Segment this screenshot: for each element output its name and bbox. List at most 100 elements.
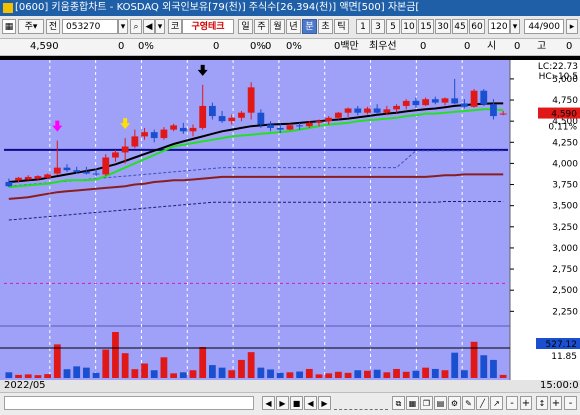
volume-bar (53, 344, 61, 378)
grid-icon[interactable]: ▦ (406, 396, 419, 410)
candle-body (247, 87, 255, 113)
line-tool-icon[interactable]: ╱ (476, 396, 489, 410)
chart-scrollbar: ◀ ▶ ■ ◀ ▶ ⧉ ▦ ❐ ▤ ⚙ ✎ ╱ ↗ - + ↕ + - (0, 392, 580, 415)
volume-bar (73, 366, 81, 378)
volume-bar (238, 359, 245, 378)
candle-body (431, 99, 439, 103)
volume-bar (179, 372, 187, 378)
volume-bar (490, 359, 497, 378)
zoom-out-button[interactable]: - (506, 396, 518, 410)
candle-body (383, 109, 391, 113)
speaker-icon[interactable]: ◀ (143, 19, 155, 34)
candle-body (267, 124, 274, 128)
next-button[interactable]: ▶ (318, 396, 331, 410)
window-icon[interactable]: ❐ (420, 396, 433, 410)
page-next-icon[interactable]: ▸ (566, 19, 578, 34)
page-counter: 44/900 (524, 19, 564, 34)
price-chart[interactable]: 5,000 4,750 4,500 4,250 4,000 3,750 3,500 3,250… (0, 60, 580, 380)
high-pct: 0% (286, 41, 302, 52)
volume-bar (218, 367, 226, 378)
stop-button[interactable]: ■ (290, 396, 303, 410)
current-price-label: 4,590 (551, 110, 577, 120)
candle-body (121, 146, 129, 153)
stock-code-input[interactable]: 053270 (62, 19, 118, 34)
volume-bar (131, 369, 139, 378)
time-axis-label: 15:00:0 (540, 380, 579, 391)
count-dropdown-icon[interactable]: ▾ (510, 19, 520, 34)
volume-bar (44, 374, 52, 378)
zoom-in-button[interactable]: + (520, 396, 532, 410)
period-year[interactable]: 년 (286, 19, 301, 34)
minute-3[interactable]: 3 (371, 19, 385, 34)
speaker-dropdown-icon[interactable]: ▾ (155, 19, 165, 34)
company-name-field[interactable]: 구영테크 (182, 19, 234, 34)
volume-bar (470, 341, 478, 378)
menu-icon[interactable]: ▦ (2, 19, 16, 34)
minute-5[interactable]: 5 (386, 19, 400, 34)
period-month[interactable]: 월 (270, 19, 285, 34)
period-day[interactable]: 일 (238, 19, 253, 34)
arrow-tool-icon[interactable]: ↗ (490, 396, 503, 410)
volume-bar (15, 374, 22, 378)
shrink-button[interactable]: - (564, 396, 577, 410)
open-value: 0 (213, 41, 220, 52)
minute-15[interactable]: 15 (418, 19, 434, 34)
volume-bar (412, 370, 420, 378)
volume-bar (354, 370, 362, 378)
prev-button[interactable]: ◀ (304, 396, 317, 410)
scroll-left-button[interactable]: ◀ (262, 396, 275, 410)
volume-bar (199, 346, 207, 378)
info-row: 4,590 0 0% 0 0% 0 0% 0백만 최우선 0 0 시 0 고 0 (0, 39, 580, 56)
minute-30[interactable]: 30 (435, 19, 451, 34)
open-pct: 0% (250, 41, 266, 52)
type-select[interactable]: 주▾ (18, 19, 44, 34)
volume-bar (5, 372, 13, 378)
move-button[interactable]: ↕ (536, 396, 548, 410)
volume-bar (267, 369, 274, 378)
pen-icon[interactable]: ✎ (462, 396, 475, 410)
period-minute[interactable]: 분 (302, 19, 317, 34)
candle-body (228, 117, 236, 122)
zoom-slider[interactable] (334, 397, 388, 410)
volume-bar (480, 355, 488, 378)
candle-body (24, 176, 32, 180)
candle-body (179, 127, 187, 132)
candle-body (189, 127, 197, 132)
date-axis: 2022/05 15:00:0 (0, 380, 580, 392)
volume-bar (499, 374, 507, 378)
minute-45[interactable]: 45 (452, 19, 468, 34)
candle-body (150, 132, 158, 139)
period-week[interactable]: 주 (254, 19, 269, 34)
time-value: 0 (514, 41, 521, 52)
volume-bar (334, 371, 342, 378)
scroll-right-button[interactable]: ▶ (276, 396, 289, 410)
minute-1[interactable]: 1 (356, 19, 370, 34)
expand-button[interactable]: + (550, 396, 562, 410)
chart-canvas[interactable]: 5,0004,7504,5004,2504,0003,7503,5003,250… (0, 60, 580, 380)
y-tick-label: 2,750 (552, 265, 578, 275)
candle-body (441, 98, 449, 103)
period-second[interactable]: 초 (318, 19, 333, 34)
high-value: 0 (265, 41, 272, 52)
candle-body (102, 157, 110, 175)
volume-bar (24, 374, 32, 378)
volume-bar (63, 369, 71, 378)
search-icon[interactable]: ⌕ (130, 19, 142, 34)
minute-10[interactable]: 10 (401, 19, 417, 34)
settings-icon[interactable]: ⚙ (448, 396, 461, 410)
count-input[interactable]: 120 (488, 19, 510, 34)
candle-body (63, 167, 71, 171)
copy-icon[interactable]: ⧉ (392, 396, 405, 410)
volume-bar (451, 352, 459, 378)
scroll-track[interactable] (4, 396, 254, 410)
candle-body (354, 108, 362, 113)
volume-bar (305, 368, 313, 378)
minute-60[interactable]: 60 (469, 19, 485, 34)
period-tick[interactable]: 틱 (334, 19, 349, 34)
candle-body (141, 132, 148, 137)
code-dropdown-icon[interactable]: ▾ (118, 19, 128, 34)
layout-icon[interactable]: ▤ (434, 396, 447, 410)
candle-body (325, 117, 333, 122)
prefix-button[interactable]: 전 (46, 19, 60, 34)
kr-label[interactable]: 코 (168, 19, 182, 34)
